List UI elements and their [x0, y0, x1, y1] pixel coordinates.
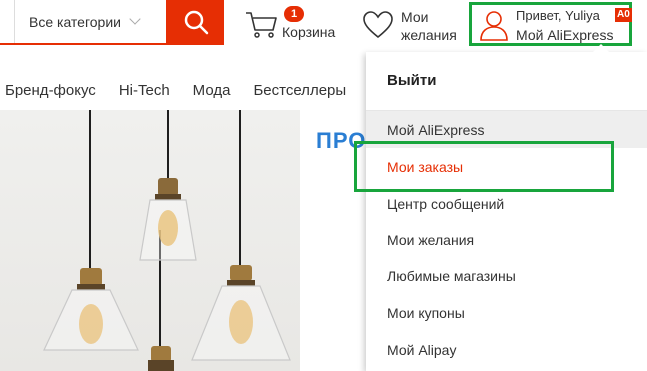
- banner-image[interactable]: [0, 110, 300, 371]
- category-nav: Бренд-фокус Hi-Tech Мода Бестселлеры: [0, 72, 369, 108]
- nav-item-bestsellers[interactable]: Бестселлеры: [253, 82, 346, 99]
- wishlist-label-line2: желания: [401, 27, 457, 43]
- dropdown-arrow: [592, 44, 610, 53]
- logout-link[interactable]: Выйти: [387, 72, 436, 89]
- wishlist-label: Мои желания: [401, 8, 457, 44]
- account-greeting: Привет, Yuliya: [516, 8, 600, 23]
- category-select[interactable]: Все категории: [14, 0, 159, 43]
- user-icon: [480, 11, 508, 41]
- highlight-box: [354, 141, 614, 192]
- cart-label: Корзина: [282, 24, 336, 40]
- nav-item-brand-focus[interactable]: Бренд-фокус: [5, 82, 96, 99]
- account-badge: A0: [615, 8, 632, 22]
- category-label: Все категории: [29, 13, 121, 30]
- my-aliexpress-link[interactable]: Мой AliExpress: [516, 27, 613, 43]
- wishlist-label-line1: Мои: [401, 9, 429, 25]
- cart-icon: [246, 12, 277, 38]
- search-icon: [184, 10, 209, 34]
- search-box: Все категории: [0, 0, 168, 45]
- pendant-lamps-image: [43, 110, 291, 371]
- search-button[interactable]: [168, 0, 224, 45]
- nav-item-fashion[interactable]: Мода: [193, 82, 231, 99]
- cart-link[interactable]: 1 Корзина: [244, 4, 344, 46]
- menu-item-favorite-stores[interactable]: Любимые магазины: [366, 257, 647, 294]
- account-menu-trigger[interactable]: Привет, Yuliya Мой AliExpress A0: [469, 2, 632, 46]
- wishlist-link[interactable]: Мои желания: [361, 4, 461, 46]
- heart-icon: [363, 11, 393, 39]
- nav-item-hi-tech[interactable]: Hi-Tech: [119, 82, 170, 99]
- cart-count-badge: 1: [284, 6, 305, 22]
- menu-item-my-alipay[interactable]: Мой Alipay: [366, 331, 647, 368]
- menu-item-wishlist[interactable]: Мои желания: [366, 221, 647, 258]
- menu-item-my-coupons[interactable]: Мои купоны: [366, 294, 647, 331]
- chevron-down-icon: [129, 13, 141, 25]
